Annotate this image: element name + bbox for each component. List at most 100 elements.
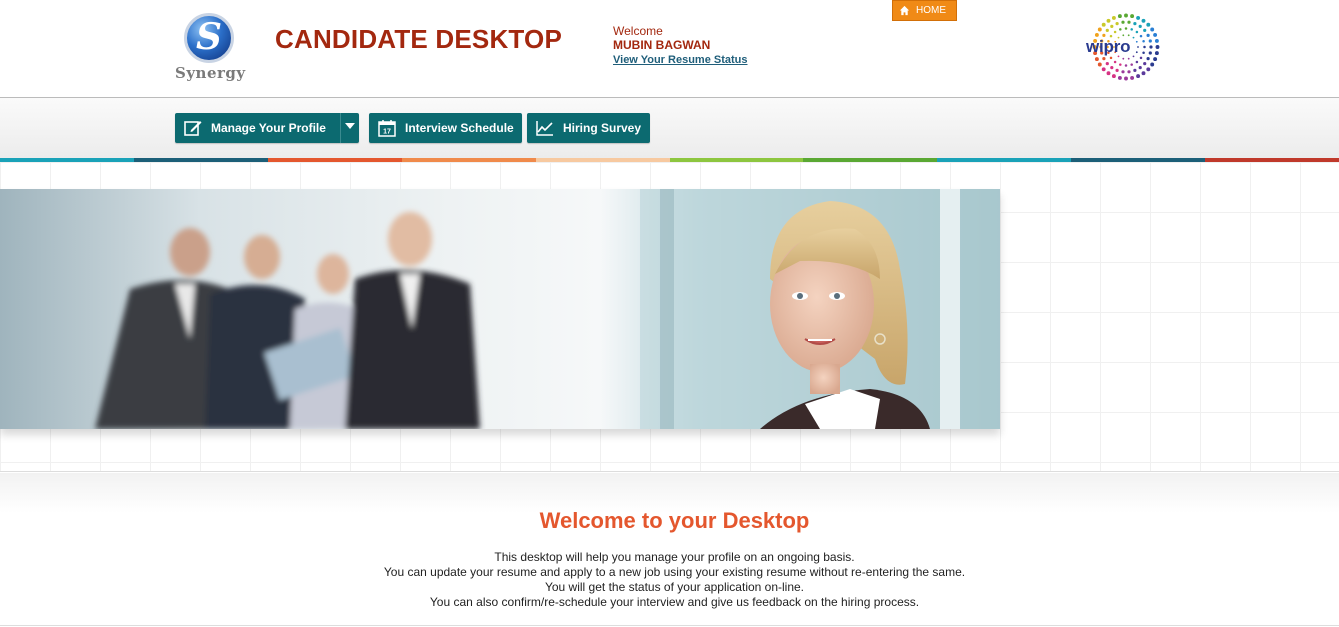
welcome-line: You can also confirm/re-schedule your in… [429, 595, 920, 609]
wipro-dot [1142, 40, 1145, 43]
wipro-dot [1124, 76, 1128, 81]
wipro-dot [1111, 15, 1116, 20]
hero-banner-image [0, 189, 1000, 429]
wipro-dot [1132, 36, 1135, 39]
wipro-dot [1113, 30, 1117, 34]
wipro-dot [1101, 67, 1106, 72]
chevron-down-icon[interactable] [345, 123, 355, 129]
wipro-dot [1094, 57, 1099, 62]
wipro-dot [1122, 57, 1125, 60]
wipro-dot [1121, 70, 1125, 74]
synergy-logo-text: Synergy [175, 64, 246, 82]
wipro-dot [1102, 57, 1106, 61]
interview-schedule-button[interactable]: 17 Interview Schedule [369, 113, 522, 143]
wipro-dot [1106, 18, 1111, 23]
wipro-dot [1130, 14, 1135, 19]
wipro-dot [1154, 51, 1159, 56]
wipro-dot [1150, 62, 1155, 67]
wipro-dot [1135, 60, 1139, 64]
chart-line-icon [536, 121, 553, 136]
wipro-dot [1124, 13, 1128, 18]
wipro-dot [1097, 27, 1102, 32]
hiring-survey-button[interactable]: Hiring Survey [527, 113, 650, 143]
wipro-dot [1139, 56, 1143, 60]
interview-schedule-label: Interview Schedule [405, 121, 514, 135]
wipro-dot [1115, 68, 1119, 72]
dropdown-separator [340, 113, 341, 143]
wipro-dot [1105, 28, 1109, 32]
wipro-dot [1154, 38, 1159, 43]
wipro-dot [1115, 22, 1119, 26]
wipro-dot [1155, 45, 1160, 49]
footer-divider [0, 625, 1339, 626]
svg-text:17: 17 [383, 129, 391, 136]
hiring-survey-label: Hiring Survey [563, 121, 642, 135]
wipro-dot [1146, 57, 1150, 61]
wipro-dot [1113, 60, 1117, 64]
wipro-dot [1138, 24, 1142, 28]
wipro-dot [1119, 28, 1122, 31]
wipro-dot [1101, 22, 1106, 27]
wipro-dot [1137, 46, 1139, 48]
wipro-dot [1143, 45, 1146, 49]
wipro-dot [1124, 64, 1128, 67]
wipro-dot [1153, 57, 1158, 62]
wipro-dot [1146, 33, 1150, 37]
home-icon [899, 5, 910, 16]
calendar-icon: 17 [378, 120, 396, 137]
wipro-dot [1117, 14, 1122, 19]
wipro-dot [1146, 22, 1151, 27]
welcome-section: Welcome to your Desktop This desktop wil… [0, 473, 1339, 627]
home-button[interactable]: HOME [892, 0, 957, 21]
wipro-dot [1105, 62, 1109, 66]
wipro-dot [1097, 62, 1102, 67]
wipro-dot [1133, 68, 1137, 72]
banner-area [0, 162, 1339, 472]
wipro-dot [1106, 71, 1111, 76]
wipro-dot [1109, 56, 1113, 60]
wipro-dot [1148, 51, 1152, 55]
welcome-label: Welcome [613, 24, 663, 38]
wipro-dot [1143, 62, 1147, 66]
wipro-dot [1153, 32, 1158, 37]
wipro-dot [1127, 70, 1131, 74]
wipro-dot [1119, 63, 1122, 66]
wipro-dot [1143, 28, 1147, 32]
user-welcome: Welcome MUBIN BAGWAN View Your Resume St… [613, 24, 748, 67]
wipro-dot [1136, 15, 1141, 20]
wipro-dot [1136, 74, 1141, 79]
wipro-dot [1148, 39, 1152, 43]
wipro-dot [1127, 20, 1131, 24]
page-title: CANDIDATE DESKTOP [275, 24, 563, 54]
wipro-dot [1139, 34, 1143, 38]
wipro-logo-text: wipro [1086, 37, 1131, 56]
wipro-dot [1132, 55, 1135, 58]
view-resume-status-link[interactable]: View Your Resume Status [613, 54, 748, 66]
welcome-line: You can update your resume and apply to … [383, 565, 966, 579]
synergy-logo-letter: S [196, 16, 222, 58]
synergy-logo: S Synergy [172, 10, 250, 85]
wipro-dot [1135, 40, 1138, 43]
wipro-dot [1138, 66, 1142, 70]
manage-profile-button[interactable]: Manage Your Profile [175, 113, 359, 143]
wipro-dot [1150, 27, 1155, 32]
home-button-label: HOME [916, 5, 946, 16]
wipro-dot [1135, 51, 1138, 54]
manage-profile-label: Manage Your Profile [211, 121, 326, 135]
wipro-dot [1130, 63, 1133, 66]
wipro-dot [1142, 51, 1145, 54]
user-name: MUBIN BAGWAN [613, 38, 711, 52]
wipro-dot [1141, 71, 1146, 76]
wipro-dot [1146, 67, 1151, 72]
page-header: S Synergy CANDIDATE DESKTOP Welcome MUBI… [0, 0, 1339, 98]
wipro-dot [1135, 30, 1139, 34]
wipro-dot [1127, 34, 1130, 37]
welcome-description: This desktop will help you manage your p… [0, 550, 1339, 610]
welcome-line: You will get the status of your applicat… [544, 580, 805, 594]
wipro-dot [1127, 57, 1130, 60]
wipro-dot [1133, 22, 1137, 26]
wipro-dot [1130, 75, 1135, 80]
wipro-dot [1110, 24, 1114, 28]
edit-icon [184, 121, 202, 136]
wipro-dot [1141, 18, 1146, 23]
